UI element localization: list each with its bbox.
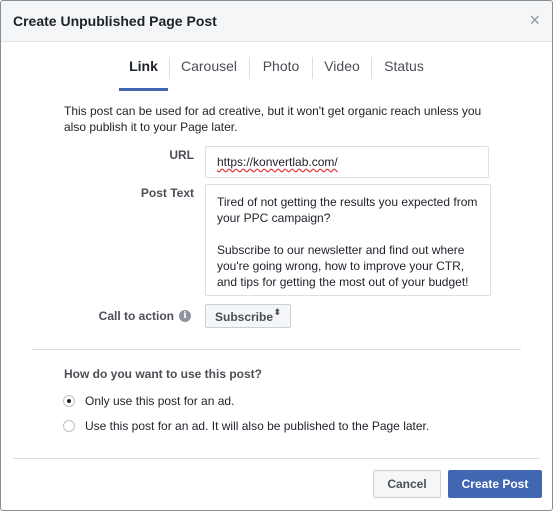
tab-link[interactable]: Link — [119, 55, 168, 91]
tab-divider — [312, 57, 313, 79]
cta-selected-value: Subscribe — [215, 310, 274, 324]
tab-label: Photo — [262, 58, 300, 74]
info-icon[interactable]: i — [179, 310, 191, 322]
dialog-header: Create Unpublished Page Post × — [1, 1, 552, 42]
tab-label: Link — [129, 58, 158, 74]
section-divider — [32, 349, 521, 350]
tab-divider — [249, 57, 250, 79]
post-text-input[interactable]: Tired of not getting the results you exp… — [205, 184, 491, 296]
tab-photo[interactable]: Photo — [253, 55, 309, 91]
caret-updown-icon: ⬍ — [273, 307, 281, 317]
footer-divider — [13, 458, 540, 459]
usage-question: How do you want to use this post? — [64, 367, 262, 381]
radio-label: Only use this post for an ad. — [85, 394, 235, 408]
radio-button[interactable] — [63, 395, 75, 407]
tab-label: Carousel — [180, 58, 238, 74]
call-to-action-label: Call to action — [98, 309, 174, 323]
post-text-label: Post Text — [140, 186, 194, 200]
tab-label: Status — [384, 58, 424, 74]
call-to-action-select[interactable]: Subscribe ⬍ — [205, 304, 291, 328]
dialog-title: Create Unpublished Page Post — [13, 13, 217, 29]
post-text-paragraph-2: Subscribe to our newsletter and find out… — [217, 243, 469, 289]
tab-video[interactable]: Video — [316, 55, 368, 91]
tab-status[interactable]: Status — [375, 55, 433, 91]
organic-reach-notice: This post can be used for ad creative, b… — [64, 104, 482, 134]
create-post-button[interactable]: Create Post — [448, 470, 542, 498]
close-icon[interactable]: × — [529, 11, 540, 29]
tab-carousel[interactable]: Carousel — [173, 55, 245, 91]
post-text-paragraph-1: Tired of not getting the results you exp… — [217, 195, 478, 225]
radio-button[interactable] — [63, 420, 75, 432]
tab-divider — [169, 57, 170, 79]
radio-label: Use this post for an ad. It will also be… — [85, 419, 430, 433]
url-label: URL — [169, 148, 194, 162]
url-value: https://konvertlab.com/ — [217, 155, 338, 169]
post-type-tabs: Link Carousel Photo Video Status — [1, 55, 552, 91]
tab-divider — [371, 57, 372, 79]
tab-label: Video — [324, 58, 360, 74]
cancel-button[interactable]: Cancel — [373, 470, 441, 498]
create-post-dialog: Create Unpublished Page Post × Link Caro… — [0, 0, 553, 511]
url-input[interactable]: https://konvertlab.com/ — [205, 146, 489, 178]
